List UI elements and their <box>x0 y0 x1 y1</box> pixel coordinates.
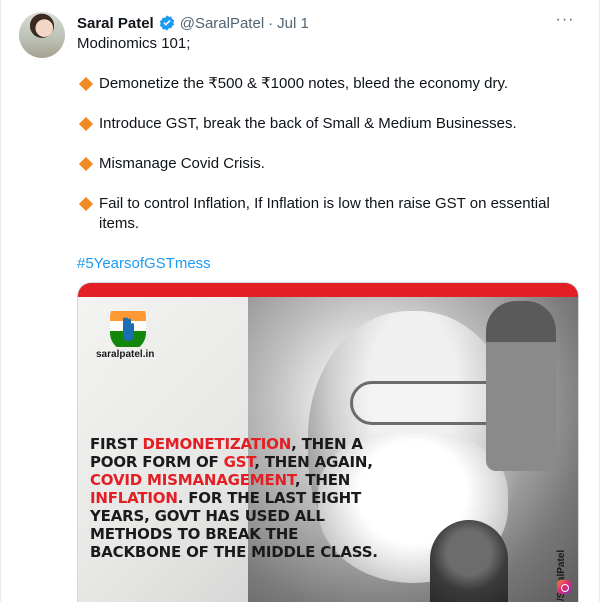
headline-highlight: GST <box>223 453 255 471</box>
image-headline: FIRST DEMONETIZATION, THEN A POOR FORM O… <box>90 435 390 561</box>
author-handle[interactable]: @SaralPatel <box>180 15 264 32</box>
list-item: Mismanage Covid Crisis. <box>77 154 567 174</box>
image-top-bar <box>78 283 578 297</box>
headline-text: , THEN AGAIN, <box>254 453 373 471</box>
headline-text: , THEN <box>294 471 351 489</box>
tweet-header: Saral Patel @SaralPatel · Jul 1 <box>77 12 309 34</box>
headline-highlight: DEMONETIZATION <box>142 435 292 453</box>
orange-diamond-icon <box>78 156 94 172</box>
orange-diamond-icon <box>78 116 94 132</box>
verified-badge-icon <box>159 15 174 31</box>
bullet-text: Mismanage Covid Crisis. <box>99 155 265 172</box>
headline-highlight: INFLATION <box>90 489 178 507</box>
child-figure-standing <box>486 301 556 471</box>
bullet-text: Demonetize the ₹500 & ₹1000 notes, bleed… <box>99 75 509 92</box>
list-item: Fail to control Inflation, If Inflation … <box>77 194 567 234</box>
separator: · <box>268 14 274 32</box>
list-item: Introduce GST, break the back of Small &… <box>77 114 567 134</box>
headline-highlight: COVID MISMANAGEMENT <box>90 471 295 489</box>
orange-diamond-icon <box>78 196 94 212</box>
tweet-card[interactable]: Saral Patel @SaralPatel · Jul 1 ··· Modi… <box>0 0 600 602</box>
list-item: Demonetize the ₹500 & ₹1000 notes, bleed… <box>77 74 567 94</box>
author-name[interactable]: Saral Patel <box>77 15 154 32</box>
tweet-intro: Modinomics 101; <box>77 35 191 52</box>
bullet-text: Introduce GST, break the back of Small &… <box>99 115 517 132</box>
avatar[interactable] <box>19 12 65 58</box>
tweet-text: Modinomics 101; Demonetize the ₹500 & ₹1… <box>77 34 567 274</box>
instagram-icon <box>557 580 571 594</box>
hashtag-link[interactable]: #5YearsofGSTmess <box>77 254 211 274</box>
bullet-text: Fail to control Inflation, If Inflation … <box>99 195 550 232</box>
hand-logo-icon <box>110 311 146 347</box>
orange-diamond-icon <box>78 76 94 92</box>
tweet-image[interactable]: saralpatel.in FIRST DEMONETIZATION, THEN… <box>77 282 579 602</box>
child-figure-bottom <box>430 520 508 602</box>
more-options-icon[interactable]: ··· <box>553 12 577 32</box>
brand-name: saralpatel.in <box>96 349 155 360</box>
headline-text: FIRST <box>90 435 143 453</box>
tweet-date[interactable]: Jul 1 <box>277 15 309 32</box>
